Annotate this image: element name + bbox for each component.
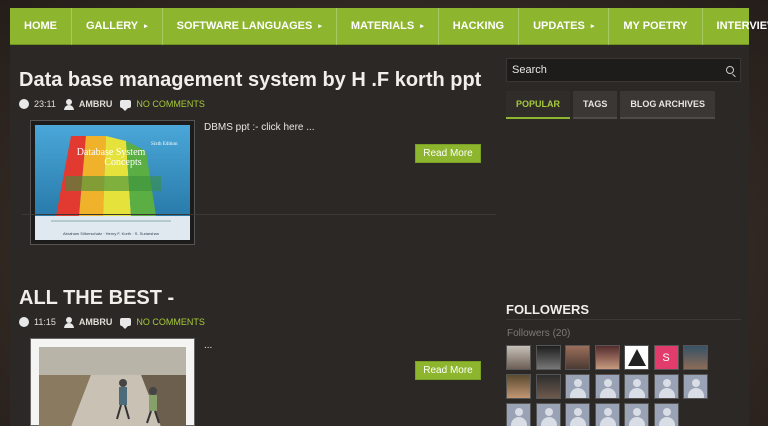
post-1-header: Data base management system by H .F kort… <box>19 68 481 111</box>
follower-avatar[interactable] <box>506 374 531 399</box>
follower-avatar[interactable] <box>565 345 590 370</box>
follower-avatar[interactable] <box>594 403 620 426</box>
book-edition: Sixth Edition <box>151 142 178 147</box>
follower-avatar[interactable] <box>653 374 679 399</box>
main-nav: HOME GALLERY ▸ SOFTWARE LANGUAGES ▸ MATERI… <box>10 7 768 45</box>
post-comments-link[interactable]: NO COMMENTS <box>136 317 205 327</box>
search-icon[interactable] <box>726 66 734 74</box>
submenu-arrow-icon: ▸ <box>420 23 424 30</box>
post-excerpt[interactable]: DBMS ppt :- click here ... <box>204 122 315 133</box>
post-comments-link[interactable]: NO COMMENTS <box>136 99 205 109</box>
clock-icon <box>19 99 29 109</box>
book-title-line2: Concepts <box>104 157 141 168</box>
nav-my-poetry-label: MY POETRY <box>623 20 688 32</box>
follower-avatar[interactable] <box>683 345 708 370</box>
follower-avatar[interactable] <box>683 374 708 399</box>
follower-avatar[interactable] <box>624 374 649 399</box>
nav-software-languages-label: SOFTWARE LANGUAGES <box>176 20 313 32</box>
post-excerpt[interactable]: ... <box>204 340 212 351</box>
follower-avatar[interactable] <box>535 345 561 370</box>
follower-avatar[interactable] <box>624 345 649 370</box>
nav-software-languages[interactable]: SOFTWARE LANGUAGES ▸ <box>163 7 337 45</box>
follower-avatar[interactable] <box>565 403 590 426</box>
nav-interviews[interactable]: INTERVIEWS <box>703 8 768 45</box>
nav-updates[interactable]: UPDATES ▸ <box>519 7 610 45</box>
follower-avatar[interactable] <box>624 403 649 426</box>
nav-updates-label: UPDATES <box>533 20 585 32</box>
post-thumbnail[interactable] <box>30 338 195 426</box>
tab-tags[interactable]: TAGS <box>573 91 618 119</box>
tab-popular[interactable]: POPULAR <box>506 91 571 119</box>
sidebar-tabs: POPULAR TAGS BLOG ARCHIVES <box>506 91 718 119</box>
post-time: 23:11 <box>34 99 56 109</box>
post-2-header: ALL THE BEST - 11:15 AMBRU NO COMMENTS <box>19 286 205 329</box>
submenu-arrow-icon: ▸ <box>590 23 595 30</box>
nav-gallery[interactable]: GALLERY ▸ <box>72 7 163 45</box>
nav-home[interactable]: HOME <box>10 7 72 45</box>
follower-avatar[interactable] <box>594 374 620 399</box>
clock-icon <box>19 317 29 327</box>
followers-count[interactable]: Followers (20) <box>507 328 570 339</box>
warning-icon <box>627 349 646 366</box>
post-thumbnail[interactable]: Sixth Edition Database System Concepts A… <box>30 120 195 245</box>
post-author[interactable]: AMBRU <box>79 99 113 109</box>
post-meta: 11:15 AMBRU NO COMMENTS <box>19 316 205 329</box>
follower-avatar[interactable] <box>535 374 561 399</box>
photo-image <box>39 347 186 426</box>
read-more-button[interactable]: Read More <box>415 144 481 163</box>
follower-avatar[interactable] <box>506 403 531 426</box>
post-meta: 23:11 AMBRU NO COMMENTS <box>19 98 481 111</box>
search-placeholder: Search <box>512 64 547 76</box>
follower-avatar[interactable] <box>565 374 590 399</box>
nav-materials[interactable]: MATERIALS ▸ <box>337 7 439 45</box>
nav-materials-label: MATERIALS <box>350 20 415 32</box>
post-time: 11:15 <box>34 317 56 327</box>
nav-hacking[interactable]: HACKING <box>439 7 520 45</box>
user-icon <box>63 98 74 110</box>
user-icon <box>63 316 74 328</box>
nav-gallery-label: GALLERY <box>86 20 139 32</box>
search-input[interactable]: Search <box>506 58 741 82</box>
submenu-arrow-icon: ▸ <box>318 23 322 30</box>
comment-icon <box>120 100 132 111</box>
book-authors: Abraham Silberschatz · Henry F. Korth · … <box>63 231 159 236</box>
followers-avatars: S <box>506 345 716 426</box>
book-cover-image: Sixth Edition Database System Concepts A… <box>35 125 190 240</box>
follower-avatar[interactable]: S <box>653 345 679 370</box>
post-author[interactable]: AMBRU <box>79 317 113 327</box>
followers-divider <box>506 319 741 320</box>
nav-interviews-label: INTERVIEWS <box>716 20 768 32</box>
follower-avatar[interactable] <box>506 345 531 370</box>
follower-avatar[interactable] <box>653 403 679 426</box>
post-divider <box>22 214 496 215</box>
nav-hacking-label: HACKING <box>452 20 505 32</box>
follower-avatar[interactable] <box>535 403 561 426</box>
comment-icon <box>120 318 132 329</box>
follower-avatar[interactable] <box>594 345 620 370</box>
post-title[interactable]: Data base management system by H .F kort… <box>19 68 481 92</box>
submenu-arrow-icon: ▸ <box>144 23 148 30</box>
tab-blog-archives[interactable]: BLOG ARCHIVES <box>620 91 716 119</box>
post-title[interactable]: ALL THE BEST - <box>19 286 205 310</box>
nav-home-label: HOME <box>24 20 57 32</box>
nav-my-poetry[interactable]: MY POETRY <box>609 7 703 45</box>
read-more-button[interactable]: Read More <box>415 361 481 380</box>
followers-heading: FOLLOWERS <box>506 302 590 317</box>
